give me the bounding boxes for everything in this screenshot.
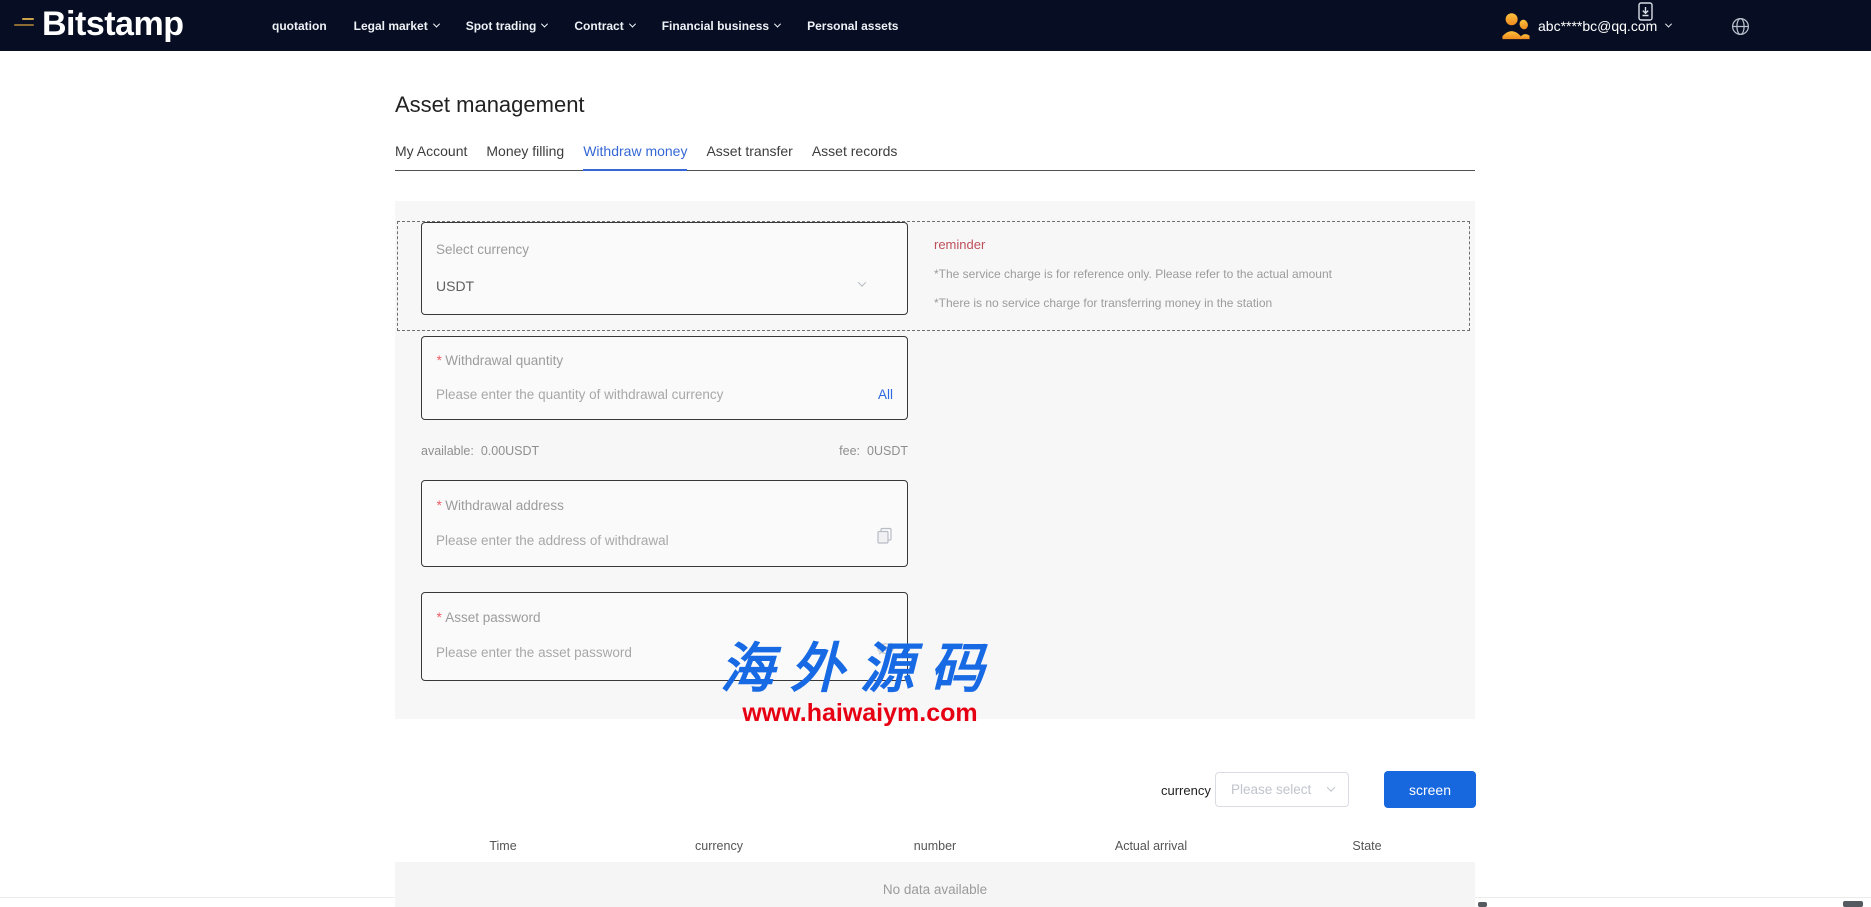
currency-filter-label: currency xyxy=(1161,783,1211,798)
withdrawal-address-field[interactable]: * Withdrawal address Please enter the add… xyxy=(421,480,908,567)
tab-my-account[interactable]: My Account xyxy=(395,143,467,159)
page-title: Asset management xyxy=(395,92,585,118)
chevron-down-icon xyxy=(541,21,548,28)
nav-item-quotation[interactable]: quotation xyxy=(272,19,327,33)
select-currency-value: USDT xyxy=(436,278,474,294)
empty-table-row: No data available xyxy=(395,862,1475,907)
currency-filter-placeholder: Please select xyxy=(1231,782,1311,797)
scrollbar-thumb[interactable] xyxy=(1478,902,1487,907)
chevron-down-icon xyxy=(1665,21,1672,28)
withdrawal-quantity-label: Withdrawal quantity xyxy=(445,353,563,368)
reminder-title: reminder xyxy=(934,237,1332,252)
chevron-down-icon xyxy=(858,278,866,286)
select-currency-label: Select currency xyxy=(436,242,529,257)
tab-asset-transfer[interactable]: Asset transfer xyxy=(706,143,792,159)
nav-item-spot-trading[interactable]: Spot trading xyxy=(466,19,548,33)
required-mark: * xyxy=(436,610,441,625)
scrollbar-thumb[interactable] xyxy=(1843,901,1863,907)
available-label: available: xyxy=(421,444,474,458)
column-time: Time xyxy=(395,839,611,853)
reminder-line-1: *The service charge is for reference onl… xyxy=(934,267,1332,281)
hamburger-menu-icon[interactable] xyxy=(14,18,34,26)
screen-button[interactable]: screen xyxy=(1384,771,1476,808)
withdraw-form-panel: Select currency USDT reminder *The servi… xyxy=(395,201,1475,719)
available-value: 0.00USDT xyxy=(481,444,539,458)
all-button[interactable]: All xyxy=(878,387,893,402)
bitstamp-logo[interactable]: Bitstamp xyxy=(42,5,183,44)
language-globe-icon[interactable] xyxy=(1731,17,1750,36)
asset-password-field[interactable]: * Asset password Please enter the asset p… xyxy=(421,592,908,681)
main-nav: quotation Legal market Spot trading Cont… xyxy=(272,0,898,51)
withdrawal-quantity-field[interactable]: * Withdrawal quantity Please enter the qu… xyxy=(421,336,908,420)
records-table-header: Time currency number Actual arrival Stat… xyxy=(395,839,1475,853)
column-currency: currency xyxy=(611,839,827,853)
withdraw-money-page: Bitstamp quotation Legal market Spot tra… xyxy=(0,0,1871,907)
nav-item-legal-market[interactable]: Legal market xyxy=(354,19,439,33)
paste-icon[interactable] xyxy=(876,527,893,544)
fee-value: 0USDT xyxy=(867,444,908,458)
select-currency-field[interactable]: Select currency USDT xyxy=(421,222,908,315)
reminder-line-2: *There is no service charge for transfer… xyxy=(934,296,1332,310)
eye-slash-icon[interactable] xyxy=(876,641,895,656)
reminder-block: reminder *The service charge is for refe… xyxy=(934,237,1332,310)
column-state: State xyxy=(1259,839,1475,853)
column-number: number xyxy=(827,839,1043,853)
asset-password-label: Asset password xyxy=(445,610,540,625)
required-mark: * xyxy=(436,498,441,513)
chevron-down-icon xyxy=(774,21,781,28)
chevron-down-icon xyxy=(1327,783,1335,791)
withdrawal-address-placeholder: Please enter the address of withdrawal xyxy=(436,533,669,548)
withdrawal-quantity-placeholder: Please enter the quantity of withdrawal … xyxy=(436,387,723,402)
required-mark: * xyxy=(436,353,441,368)
asset-tabs: My Account Money filling Withdraw money … xyxy=(395,143,1475,171)
nav-item-personal-assets[interactable]: Personal assets xyxy=(807,19,898,33)
asset-password-placeholder: Please enter the asset password xyxy=(436,645,632,660)
top-navbar: Bitstamp quotation Legal market Spot tra… xyxy=(0,0,1871,51)
tab-asset-records[interactable]: Asset records xyxy=(812,143,898,159)
nav-item-contract[interactable]: Contract xyxy=(574,19,634,33)
download-badge-icon xyxy=(1638,2,1653,21)
no-data-text: No data available xyxy=(395,882,1475,897)
chevron-down-icon xyxy=(629,21,636,28)
nav-item-financial-business[interactable]: Financial business xyxy=(662,19,780,33)
tab-money-filling[interactable]: Money filling xyxy=(486,143,564,159)
user-avatar-icon xyxy=(1500,10,1531,41)
column-actual-arrival: Actual arrival xyxy=(1043,839,1259,853)
balance-fee-row: available: 0.00USDT fee: 0USDT xyxy=(421,444,908,458)
currency-filter-select[interactable]: Please select xyxy=(1215,772,1349,807)
withdrawal-address-label: Withdrawal address xyxy=(445,498,564,513)
fee-label: fee: xyxy=(839,444,860,458)
chevron-down-icon xyxy=(433,21,440,28)
tab-withdraw-money[interactable]: Withdraw money xyxy=(583,143,687,159)
